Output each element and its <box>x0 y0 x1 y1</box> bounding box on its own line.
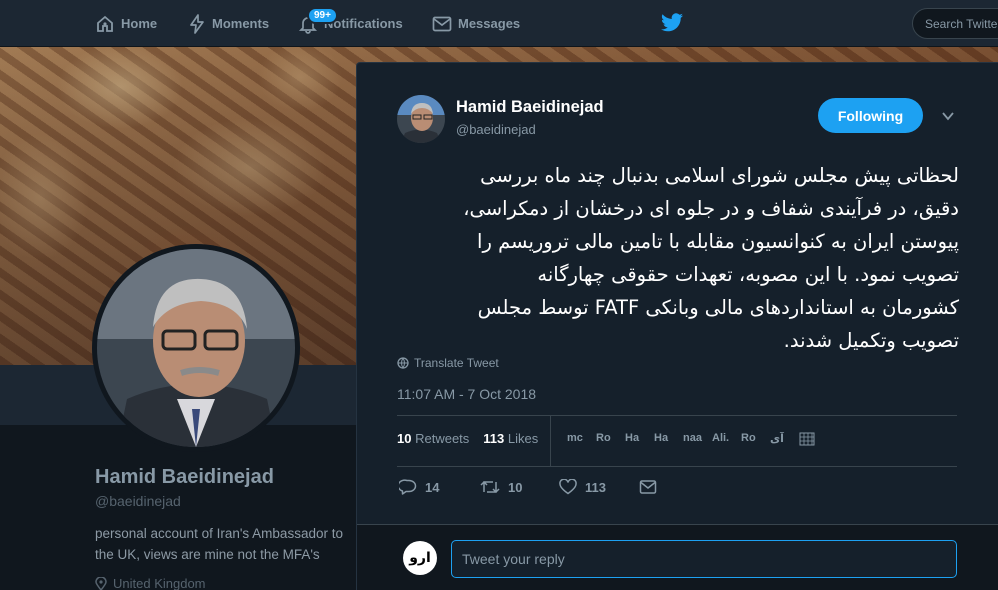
nav-home-label: Home <box>121 16 158 31</box>
likes-label: Likes <box>507 431 539 446</box>
nav-home[interactable]: Home <box>95 0 157 47</box>
globe-icon <box>397 357 409 369</box>
likes-count: 113 <box>483 431 505 446</box>
translate-label: Translate Tweet <box>414 356 499 370</box>
retweet-button[interactable]: 10 <box>480 479 522 495</box>
nav-messages[interactable]: Messages <box>432 0 520 47</box>
avatar-image <box>97 249 295 447</box>
top-nav: Home Moments Notifications 99+ Messages … <box>0 0 998 47</box>
tweet-text-line: کشورمان به استانداردهای مالی وبانکی FATF… <box>477 296 959 319</box>
liker-avatar[interactable]: mc <box>567 432 587 446</box>
retweets-stat[interactable]: 10 Retweets <box>397 431 469 446</box>
reply-input[interactable] <box>451 540 957 578</box>
reply-count: 14 <box>425 479 440 495</box>
profile-avatar[interactable] <box>92 244 300 452</box>
profile-bio: personal account of Iran's Ambassador to… <box>95 526 343 562</box>
tweet-text-line: پیوستن ایران به کنوانسیون مقابله با تامی… <box>477 230 959 253</box>
like-count: 113 <box>585 479 606 495</box>
location-pin-icon <box>95 576 107 590</box>
nav-moments-label: Moments <box>212 16 270 31</box>
tweet-text-line: تصویب وتکمیل شدند. <box>783 329 959 352</box>
profile-location: United Kingdom <box>95 576 206 590</box>
liker-avatar[interactable]: Ha <box>654 432 674 446</box>
nav-messages-label: Messages <box>458 16 521 31</box>
liker-avatar[interactable]: Ro <box>741 432 761 446</box>
tweet-text-line: دقیق، در فرآیندی شفاف و در جلوه ای درخشا… <box>463 197 959 220</box>
nav-moments[interactable]: Moments <box>188 0 269 47</box>
divider <box>397 466 957 467</box>
profile-name[interactable]: Hamid Baeidinejad <box>95 466 274 489</box>
tweet-stats: 10 Retweets 113 Likes <box>397 431 538 446</box>
current-user-avatar[interactable]: ارو <box>403 541 437 575</box>
tweet-text-line: تصویب نمود. با این مصوبه، تعهدات حقوقی چ… <box>537 263 959 286</box>
avatar-image <box>397 95 445 143</box>
tweet-author-name[interactable]: Hamid Baeidinejad <box>456 98 604 117</box>
direct-message-button[interactable] <box>639 479 657 495</box>
profile-handle[interactable]: @baeidinejad <box>95 493 181 509</box>
envelope-icon <box>639 480 657 494</box>
divider <box>397 415 957 416</box>
tweet-author-handle[interactable]: @baeidinejad <box>456 122 536 137</box>
envelope-icon <box>432 16 452 31</box>
liker-avatar[interactable]: naa <box>683 432 703 446</box>
tweet-modal: Hamid Baeidinejad @baeidinejad Following… <box>356 62 998 590</box>
likers-avatars: mc Ro Ha Ha naa Ali. Ro آی <box>567 432 815 446</box>
heart-icon <box>559 479 577 495</box>
twitter-bird-icon[interactable] <box>660 12 684 34</box>
profile-location-label: United Kingdom <box>113 576 206 590</box>
search-input[interactable]: Search Twitter <box>912 8 998 39</box>
more-likers-icon[interactable] <box>799 432 815 446</box>
retweet-count: 10 <box>508 479 523 495</box>
translate-tweet-link[interactable]: Translate Tweet <box>397 356 499 370</box>
retweets-count: 10 <box>397 431 412 446</box>
home-icon <box>97 15 113 32</box>
tweet-author-avatar[interactable] <box>397 95 445 143</box>
tweet-text-line: لحظاتی پیش مجلس شورای اسلامی بدنبال چند … <box>480 164 959 187</box>
tweet-timestamp[interactable]: 11:07 AM - 7 Oct 2018 <box>397 386 536 402</box>
following-button[interactable]: Following <box>818 98 923 133</box>
liker-avatar[interactable]: Ha <box>625 432 645 446</box>
reply-composer: ارو <box>357 524 998 590</box>
liker-avatar[interactable]: Ali. <box>712 432 732 446</box>
reply-icon <box>399 479 417 495</box>
tweet-text: لحظاتی پیش مجلس شورای اسلامی بدنبال چند … <box>397 159 959 357</box>
likes-stat[interactable]: 113 Likes <box>483 431 538 446</box>
liker-avatar[interactable]: Ro <box>596 432 616 446</box>
retweets-label: Retweets <box>415 431 470 446</box>
notifications-badge: 99+ <box>307 7 338 24</box>
reply-button[interactable]: 14 <box>399 479 439 495</box>
retweet-icon <box>480 480 500 494</box>
liker-avatar[interactable]: آی <box>770 432 790 446</box>
lightning-icon <box>190 13 204 34</box>
chevron-down-icon[interactable] <box>941 109 955 123</box>
divider <box>550 416 551 466</box>
like-button[interactable]: 113 <box>559 479 606 495</box>
